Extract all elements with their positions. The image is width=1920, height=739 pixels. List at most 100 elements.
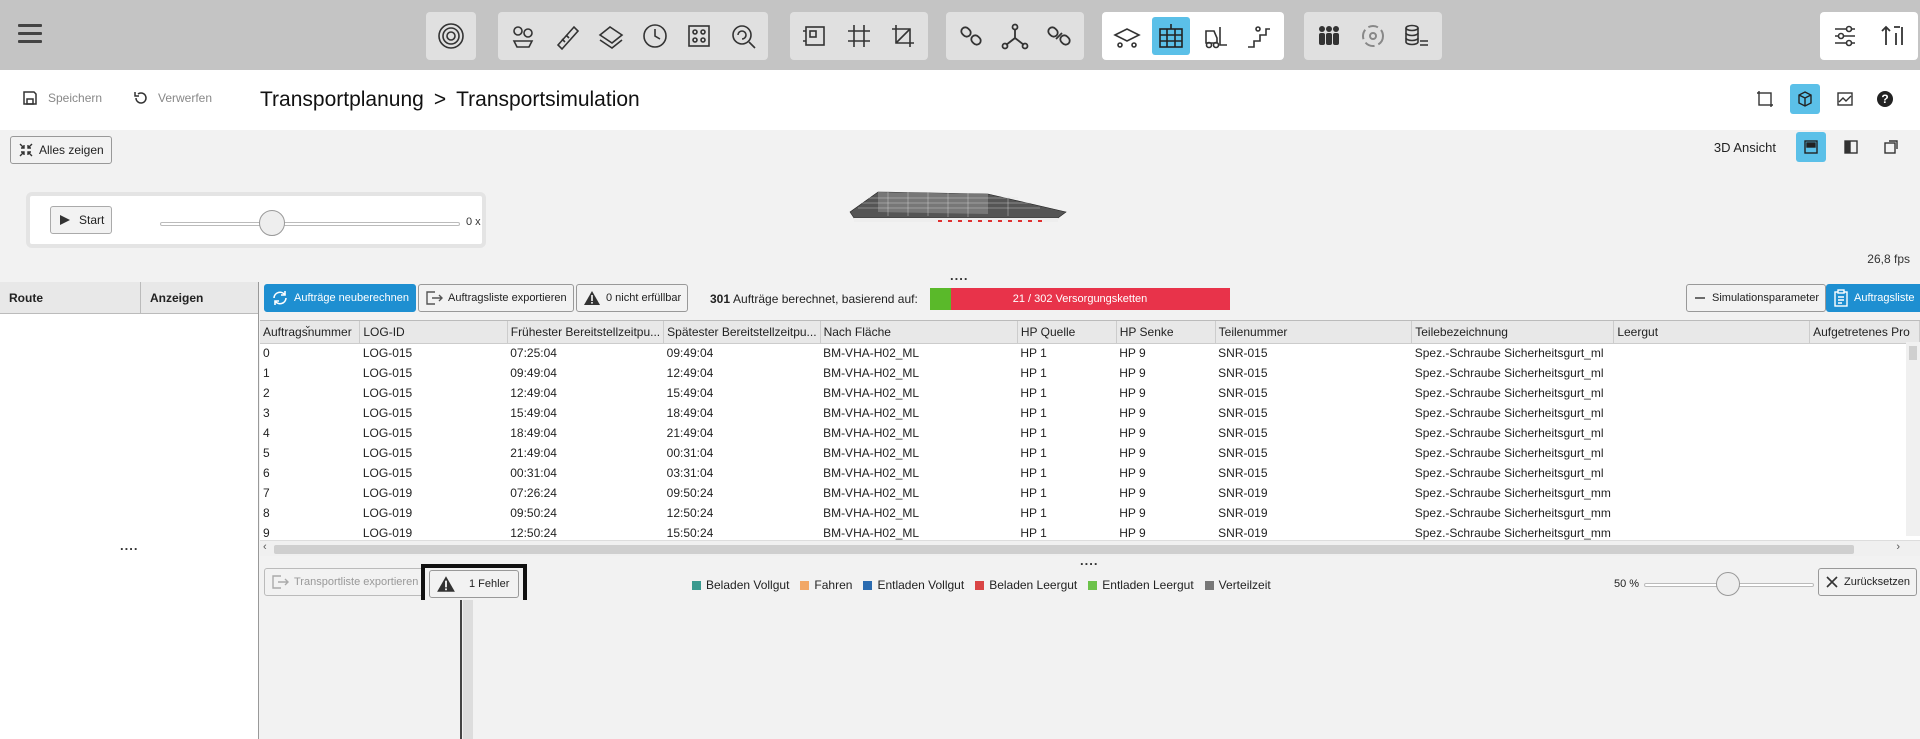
table-row[interactable]: 7 LOG-019 07:26:24 09:50:24 BM-VHA-H02_ML HP … <box>260 483 1920 503</box>
table-header-cell[interactable]: HP Senke <box>1116 321 1216 344</box>
sort-icon[interactable] <box>1874 17 1912 55</box>
forklift-icon[interactable] <box>1196 17 1234 55</box>
table-cell: LOG-019 <box>362 486 413 500</box>
table-header-cell[interactable]: HP Quelle <box>1017 321 1117 344</box>
clock-icon[interactable] <box>636 17 674 55</box>
3d-model[interactable] <box>848 186 1068 228</box>
splitter-handle[interactable]: .... <box>950 268 968 283</box>
table-cell: 03:31:04 <box>666 466 714 480</box>
table-row[interactable]: 4 LOG-015 18:49:04 21:49:04 BM-VHA-H02_ML HP … <box>260 423 1920 443</box>
table-cell: Spez.-Schraube Sicherheitsgurt_ml <box>1414 466 1604 480</box>
ruler-pencil-icon[interactable] <box>548 17 586 55</box>
zoom-slider-thumb[interactable] <box>1716 572 1740 596</box>
breadcrumb-part1[interactable]: Transportplanung <box>260 88 424 111</box>
table-row[interactable]: 6 LOG-015 00:31:04 03:31:04 BM-VHA-H02_ML HP … <box>260 463 1920 483</box>
zoom-value: 50 % <box>1614 578 1640 590</box>
table-header-cell[interactable]: Teilenummer <box>1215 321 1413 344</box>
stairs-icon[interactable] <box>1240 17 1278 55</box>
popout-view-icon[interactable] <box>1876 132 1906 162</box>
layers-icon[interactable] <box>592 17 630 55</box>
scroll-left-icon[interactable]: ‹ <box>263 541 267 553</box>
order-list-button[interactable]: Auftragsliste <box>1826 284 1920 312</box>
frame-view-icon[interactable] <box>1750 84 1780 114</box>
table-header-cell[interactable]: Leergut <box>1613 321 1811 344</box>
grid-dots-icon[interactable] <box>680 17 718 55</box>
people-icon[interactable] <box>1310 17 1348 55</box>
recalculate-button[interactable]: Aufträge neuberechnen <box>264 284 416 312</box>
3d-view[interactable]: Alles zeigen 3D Ansicht Start 0 x 26,8 f… <box>0 130 1920 278</box>
table-cell: 15:49:04 <box>510 406 557 420</box>
table-cell: HP 9 <box>1119 506 1146 520</box>
table-cell: BM-VHA-H02_ML <box>823 406 920 420</box>
crop-icon[interactable] <box>884 17 922 55</box>
gantt-chart-area[interactable] <box>260 600 1920 739</box>
coins-icon[interactable] <box>1398 17 1436 55</box>
layout-frame-icon[interactable] <box>796 17 834 55</box>
table-header-cell[interactable]: Aufgetretenes Pro <box>1809 321 1920 344</box>
table-row[interactable]: 0 LOG-015 07:25:04 09:49:04 BM-VHA-H02_ML HP … <box>260 343 1920 363</box>
table-cell <box>1810 483 1920 503</box>
table-cell <box>1614 383 1810 403</box>
single-view-icon[interactable] <box>1796 132 1826 162</box>
menu-icon[interactable] <box>18 24 42 46</box>
grid-icon[interactable] <box>840 17 878 55</box>
col-route[interactable]: Route <box>0 282 141 313</box>
molecule-icon[interactable] <box>504 17 542 55</box>
not-feasible-button[interactable]: 0 nicht erfüllbar <box>576 284 689 312</box>
save-button[interactable]: Speichern <box>22 90 102 106</box>
table-row[interactable]: 8 LOG-019 09:50:24 12:50:24 BM-VHA-H02_ML HP … <box>260 503 1920 523</box>
truck-unload-icon[interactable] <box>1108 17 1146 55</box>
toolbar-group-4 <box>946 12 1084 60</box>
sliders-icon[interactable] <box>1826 17 1864 55</box>
export-orders-button[interactable]: Auftragsliste exportieren <box>418 284 574 312</box>
branch-icon[interactable] <box>996 17 1034 55</box>
link-chain-icon[interactable] <box>1040 17 1078 55</box>
save-label: Speichern <box>48 91 103 105</box>
table-header-cell[interactable]: Frühester Bereitstellzeitpu... <box>507 321 665 344</box>
link-icon[interactable] <box>952 17 990 55</box>
table-cell: BM-VHA-H02_ML <box>823 466 920 480</box>
split-view-icon[interactable] <box>1836 132 1866 162</box>
table-cell: 7 <box>263 486 270 500</box>
table-header-cell[interactable]: LOG-ID <box>359 321 508 344</box>
col-show[interactable]: Anzeigen <box>141 282 212 313</box>
table-cell: SNR-015 <box>1218 446 1268 460</box>
discard-button[interactable]: Verwerfen <box>132 90 212 106</box>
route-panel: Route Anzeigen .... <box>0 282 259 739</box>
table-cell: Spez.-Schraube Sicherheitsgurt_ml <box>1414 406 1604 420</box>
start-button[interactable]: Start <box>50 206 112 234</box>
export-transport-button[interactable]: Transportliste exportieren <box>264 568 426 596</box>
table-vertical-scrollbar[interactable] <box>1906 342 1920 536</box>
table-grid-icon[interactable] <box>1152 17 1190 55</box>
table-cell: HP 9 <box>1119 486 1146 500</box>
target-icon[interactable] <box>432 17 470 55</box>
help-icon[interactable]: ? <box>1870 84 1900 114</box>
table-cell: 18:49:04 <box>510 426 557 440</box>
table-cell: Spez.-Schraube Sicherheitsgurt_ml <box>1414 426 1604 440</box>
table-header-cell[interactable]: Spätester Bereitstellzeitpu... <box>663 321 821 344</box>
table-row[interactable]: 2 LOG-015 12:49:04 15:49:04 BM-VHA-H02_ML HP … <box>260 383 1920 403</box>
reset-button[interactable]: Zurücksetzen <box>1818 568 1918 596</box>
speed-slider-thumb[interactable] <box>259 210 285 236</box>
sim-params-button[interactable]: Simulationsparameter <box>1686 284 1826 312</box>
table-row[interactable]: 3 LOG-015 15:49:04 18:49:04 BM-VHA-H02_ML HP … <box>260 403 1920 423</box>
route-splitter-handle[interactable]: .... <box>120 538 138 553</box>
table-cell: HP 9 <box>1119 426 1146 440</box>
show-all-button[interactable]: Alles zeigen <box>10 136 112 164</box>
table-cell: LOG-019 <box>362 506 413 520</box>
table-cell: 21:49:04 <box>510 446 557 460</box>
cycle-icon[interactable] <box>1354 17 1392 55</box>
sort-caret-icon[interactable]: ⌄ <box>304 321 312 331</box>
table-cell: SNR-015 <box>1218 366 1268 380</box>
chart-view-icon[interactable] <box>1830 84 1860 114</box>
search-refresh-icon[interactable] <box>724 17 762 55</box>
table-header-cell[interactable]: Teilebezeichnung <box>1411 321 1615 344</box>
errors-button[interactable]: 1 Fehler <box>429 570 519 598</box>
table-row[interactable]: 1 LOG-015 09:49:04 12:49:04 BM-VHA-H02_ML HP … <box>260 363 1920 383</box>
cube-view-icon[interactable] <box>1790 84 1820 114</box>
table-cell: 09:49:04 <box>510 366 557 380</box>
speed-slider-track[interactable] <box>160 222 460 226</box>
table-header-cell[interactable]: Nach Fläche <box>820 321 1018 344</box>
table-row[interactable]: 5 LOG-015 21:49:04 00:31:04 BM-VHA-H02_ML HP … <box>260 443 1920 463</box>
scroll-right-icon[interactable]: › <box>1896 541 1900 553</box>
